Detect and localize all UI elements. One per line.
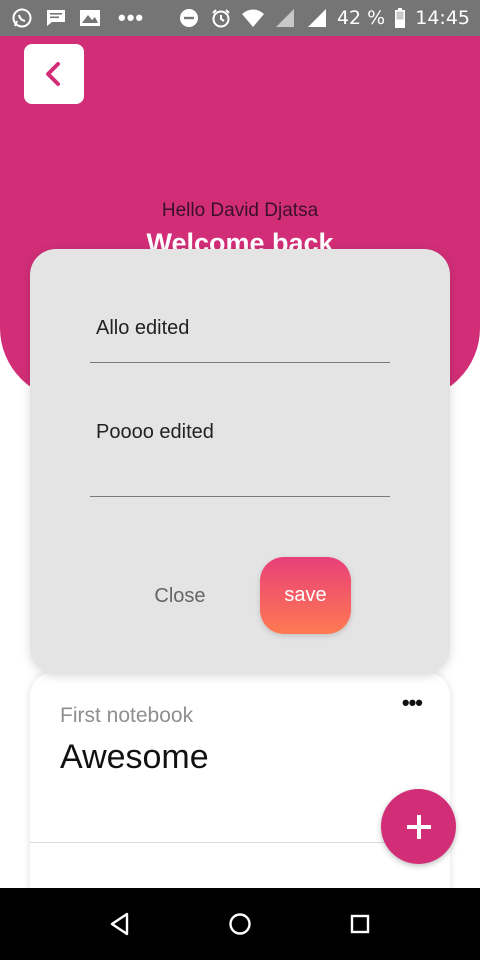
whatsapp-icon xyxy=(10,6,34,30)
battery-icon xyxy=(393,6,407,30)
signal-icon xyxy=(305,6,329,30)
home-nav-button[interactable] xyxy=(220,904,260,944)
status-icons-right: 42 % 14:45 xyxy=(177,6,470,30)
back-button[interactable] xyxy=(24,44,84,104)
circle-home-icon xyxy=(229,913,251,935)
note-card[interactable]: ••• First notebook Awesome xyxy=(30,672,450,912)
greeting: Hello David Djatsa xyxy=(161,200,319,221)
plus-icon xyxy=(406,814,431,839)
dnd-icon xyxy=(177,6,201,30)
save-button[interactable]: save xyxy=(260,557,351,634)
message-icon xyxy=(44,6,68,30)
alarm-icon xyxy=(209,6,233,30)
status-icons-left: ••• xyxy=(10,5,144,31)
status-bar: ••• 42 % 14:45 xyxy=(0,0,480,36)
add-note-button[interactable] xyxy=(381,789,456,864)
note-title: Awesome xyxy=(60,738,209,776)
battery-percent: 42 % xyxy=(336,7,386,29)
more-notifications-icon: ••• xyxy=(118,5,145,30)
triangle-back-icon xyxy=(110,912,129,936)
clock: 14:45 xyxy=(415,7,470,29)
recents-nav-button[interactable] xyxy=(340,904,380,944)
title-field[interactable]: Allo edited xyxy=(90,307,390,363)
chevron-left-icon xyxy=(46,62,60,86)
close-button[interactable]: Close xyxy=(140,572,220,620)
signal-icon xyxy=(273,6,297,30)
gallery-icon xyxy=(78,6,102,30)
square-recents-icon xyxy=(350,914,370,934)
back-nav-button[interactable] xyxy=(100,904,140,944)
edit-note-dialog: Allo edited Poooo edited Close save xyxy=(30,249,450,674)
title-field-value: Allo edited xyxy=(96,317,190,339)
notebook-name: First notebook xyxy=(60,704,194,727)
more-options-button[interactable]: ••• xyxy=(402,690,423,716)
navigation-bar xyxy=(0,888,480,960)
content-field-value: Poooo edited xyxy=(96,421,214,443)
content-field[interactable]: Poooo edited xyxy=(90,409,390,497)
wifi-icon xyxy=(241,6,265,30)
